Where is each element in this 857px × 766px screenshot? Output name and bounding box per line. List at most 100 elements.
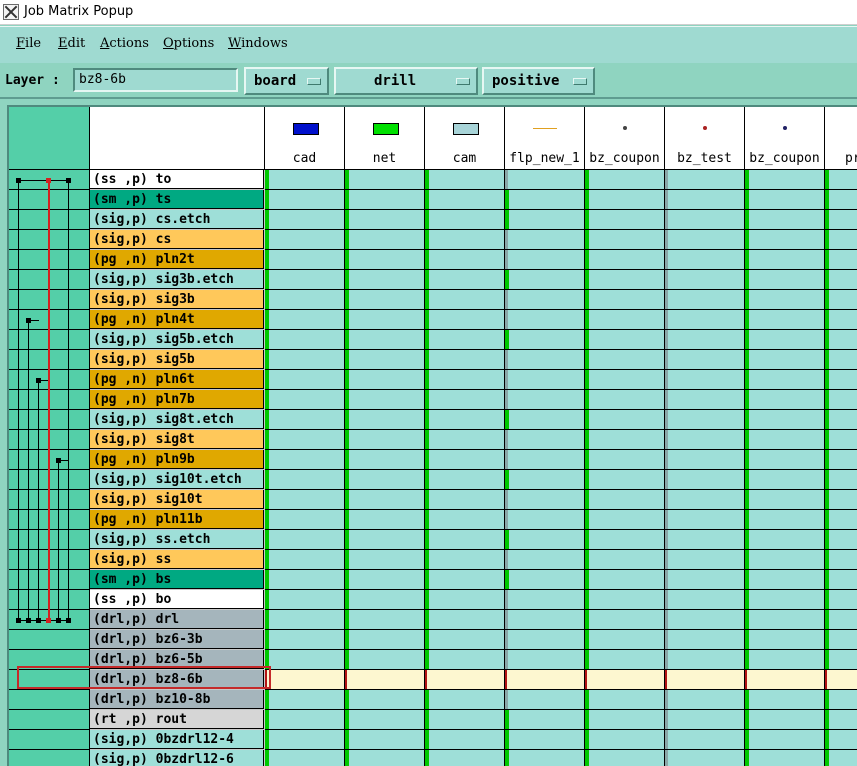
- layer-name-cell[interactable]: (sig,p) cs: [90, 230, 264, 249]
- matrix-cell[interactable]: [505, 450, 585, 470]
- matrix-cell[interactable]: [665, 370, 745, 390]
- matrix-cell[interactable]: [585, 190, 665, 210]
- matrix-cell[interactable]: [425, 530, 505, 550]
- layer-name-cell[interactable]: (sig,p) ss: [90, 550, 264, 569]
- matrix-cell[interactable]: [745, 170, 825, 190]
- matrix-cell[interactable]: [505, 390, 585, 410]
- matrix-cell[interactable]: [425, 730, 505, 750]
- matrix-cell[interactable]: [665, 250, 745, 270]
- matrix-cell[interactable]: [585, 430, 665, 450]
- matrix-cell[interactable]: [745, 670, 825, 690]
- menu-file[interactable]: File: [16, 36, 41, 51]
- matrix-cell[interactable]: [345, 350, 425, 370]
- matrix-cell[interactable]: [745, 410, 825, 430]
- matrix-cell[interactable]: [825, 190, 857, 210]
- menu-windows[interactable]: Windows: [228, 36, 288, 51]
- matrix-cell[interactable]: [265, 670, 345, 690]
- matrix-cell[interactable]: [425, 350, 505, 370]
- matrix-cell[interactable]: [505, 690, 585, 710]
- step-column-header[interactable]: cad: [265, 107, 345, 170]
- matrix-cell[interactable]: [425, 430, 505, 450]
- matrix-cell[interactable]: [265, 390, 345, 410]
- matrix-cell[interactable]: [665, 490, 745, 510]
- layer-name-cell[interactable]: (sig,p) sig8t.etch: [90, 410, 264, 429]
- layer-name-cell[interactable]: (sig,p) sig3b: [90, 290, 264, 309]
- matrix-cell[interactable]: [265, 510, 345, 530]
- matrix-cell[interactable]: [585, 330, 665, 350]
- matrix-cell[interactable]: [505, 310, 585, 330]
- layer-name-field[interactable]: bz8-6b: [73, 68, 238, 92]
- matrix-cell[interactable]: [505, 530, 585, 550]
- matrix-cell[interactable]: [825, 330, 857, 350]
- layer-name-cell[interactable]: (pg ,n) pln11b: [90, 510, 264, 529]
- matrix-cell[interactable]: [585, 710, 665, 730]
- layer-name-cell[interactable]: (pg ,n) pln9b: [90, 450, 264, 469]
- matrix-cell[interactable]: [745, 550, 825, 570]
- matrix-cell[interactable]: [265, 410, 345, 430]
- layer-name-cell[interactable]: (pg ,n) pln7b: [90, 390, 264, 409]
- matrix-cell[interactable]: [585, 410, 665, 430]
- matrix-cell[interactable]: [265, 710, 345, 730]
- matrix-cell[interactable]: [585, 610, 665, 630]
- matrix-cell[interactable]: [265, 730, 345, 750]
- matrix-cell[interactable]: [825, 570, 857, 590]
- matrix-cell[interactable]: [585, 290, 665, 310]
- matrix-cell[interactable]: [585, 510, 665, 530]
- matrix-cell[interactable]: [745, 250, 825, 270]
- layer-name-cell[interactable]: (drl,p) bz10-8b: [90, 690, 264, 709]
- layer-name-cell[interactable]: (sig,p) sig10t.etch: [90, 470, 264, 489]
- matrix-cell[interactable]: [265, 610, 345, 630]
- matrix-cell[interactable]: [425, 690, 505, 710]
- matrix-cell[interactable]: [745, 330, 825, 350]
- matrix-cell[interactable]: [345, 390, 425, 410]
- matrix-cell[interactable]: [745, 590, 825, 610]
- matrix-cell[interactable]: [585, 390, 665, 410]
- matrix-cell[interactable]: [425, 410, 505, 430]
- step-column-header[interactable]: cam: [425, 107, 505, 170]
- matrix-cell[interactable]: [425, 630, 505, 650]
- matrix-cell[interactable]: [665, 350, 745, 370]
- matrix-cell[interactable]: [425, 570, 505, 590]
- matrix-cell[interactable]: [665, 390, 745, 410]
- layer-name-cell[interactable]: (sig,p) 0bzdrl12-4: [90, 730, 264, 749]
- matrix-cell[interactable]: [345, 410, 425, 430]
- matrix-cell[interactable]: [665, 550, 745, 570]
- matrix-cell[interactable]: [425, 470, 505, 490]
- matrix-cell[interactable]: [505, 710, 585, 730]
- matrix-cell[interactable]: [425, 270, 505, 290]
- matrix-cell[interactable]: [505, 590, 585, 610]
- matrix-cell[interactable]: [345, 710, 425, 730]
- matrix-cell[interactable]: [265, 470, 345, 490]
- matrix-cell[interactable]: [665, 310, 745, 330]
- matrix-cell[interactable]: [665, 430, 745, 450]
- matrix-cell[interactable]: [825, 430, 857, 450]
- matrix-cell[interactable]: [585, 230, 665, 250]
- step-column-header[interactable]: bz_coupon: [745, 107, 825, 170]
- matrix-cell[interactable]: [345, 270, 425, 290]
- matrix-cell[interactable]: [505, 350, 585, 370]
- matrix-cell[interactable]: [345, 310, 425, 330]
- matrix-cell[interactable]: [825, 530, 857, 550]
- matrix-cell[interactable]: [505, 730, 585, 750]
- matrix-cell[interactable]: [745, 290, 825, 310]
- matrix-cell[interactable]: [265, 630, 345, 650]
- matrix-cell[interactable]: [665, 230, 745, 250]
- matrix-cell[interactable]: [825, 730, 857, 750]
- matrix-cell[interactable]: [665, 670, 745, 690]
- matrix-cell[interactable]: [665, 190, 745, 210]
- matrix-cell[interactable]: [665, 210, 745, 230]
- matrix-cell[interactable]: [745, 490, 825, 510]
- layer-name-cell[interactable]: (sig,p) ss.etch: [90, 530, 264, 549]
- matrix-cell[interactable]: [825, 410, 857, 430]
- matrix-cell[interactable]: [745, 230, 825, 250]
- matrix-cell[interactable]: [345, 670, 425, 690]
- matrix-cell[interactable]: [265, 590, 345, 610]
- matrix-cell[interactable]: [825, 270, 857, 290]
- matrix-cell[interactable]: [745, 630, 825, 650]
- matrix-cell[interactable]: [265, 370, 345, 390]
- matrix-cell[interactable]: [585, 690, 665, 710]
- layer-name-cell[interactable]: (rt ,p) rout: [90, 710, 264, 729]
- matrix-cell[interactable]: [425, 670, 505, 690]
- matrix-cell[interactable]: [265, 310, 345, 330]
- matrix-cell[interactable]: [745, 210, 825, 230]
